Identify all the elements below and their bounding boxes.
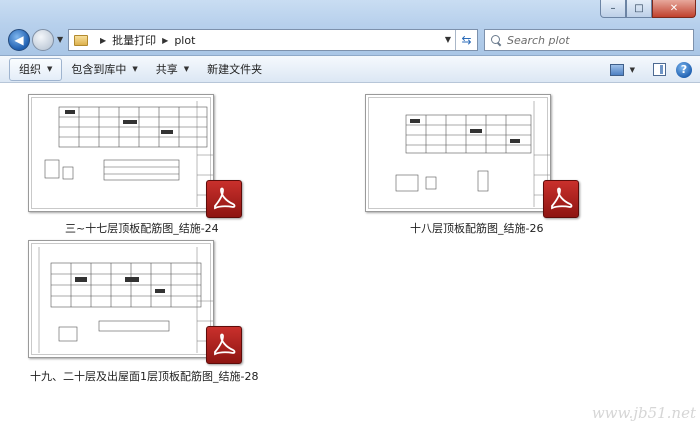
help-icon[interactable]: ? xyxy=(676,61,692,78)
address-dropdown-icon[interactable]: ▼ xyxy=(445,35,451,44)
new-folder-label: 新建文件夹 xyxy=(207,63,263,76)
refresh-icon: ⇆ xyxy=(461,33,472,47)
include-library-label: 包含到库中 xyxy=(71,63,127,76)
pdf-icon xyxy=(206,180,242,218)
recent-pages-dropdown[interactable]: ▼ xyxy=(57,35,63,44)
include-in-library-button[interactable]: 包含到库中 ▼ xyxy=(62,58,146,81)
file-thumbnail[interactable] xyxy=(365,94,551,212)
watermark: www.jb51.net xyxy=(591,404,696,422)
chevron-down-icon: ▼ xyxy=(132,65,138,73)
maximize-button[interactable]: □ xyxy=(626,0,652,18)
address-bar[interactable]: ▶ 批量打印 ▶ plot ▼ ⇆ xyxy=(68,29,478,51)
file-item[interactable]: 十八层顶板配筋图_结施-26 xyxy=(365,94,601,236)
organize-button[interactable]: 组织 ▼ xyxy=(9,57,63,81)
title-bar: – □ ✕ ◀ ▼ ▶ 批量打印 ▶ plot ▼ ⇆ Search plot xyxy=(0,0,700,56)
chevron-right-icon[interactable]: ▶ xyxy=(100,36,106,45)
chevron-right-icon[interactable]: ▶ xyxy=(162,36,168,45)
file-name[interactable]: 十九、二十层及出屋面1层顶板配筋图_结施-28 xyxy=(30,368,258,384)
drawing-preview xyxy=(38,247,213,353)
chevron-down-icon: ▼ xyxy=(183,65,190,73)
drawing-preview xyxy=(44,101,213,207)
back-button[interactable]: ◀ xyxy=(8,29,30,51)
file-item[interactable]: 三~十七层顶板配筋图_结施-24 xyxy=(28,94,264,236)
change-view-icon[interactable] xyxy=(609,63,624,76)
drawing-preview xyxy=(395,101,550,207)
pdf-icon xyxy=(206,326,242,364)
breadcrumb-item[interactable]: plot xyxy=(174,34,195,47)
new-folder-button[interactable]: 新建文件夹 xyxy=(198,58,271,81)
organize-label: 组织 xyxy=(19,63,41,76)
search-input[interactable]: Search plot xyxy=(507,34,570,47)
file-thumbnail[interactable] xyxy=(28,94,214,212)
forward-button[interactable] xyxy=(32,29,54,51)
file-name[interactable]: 十八层顶板配筋图_结施-26 xyxy=(410,220,543,236)
command-bar: 组织 ▼ 包含到库中 ▼ 共享 ▼ 新建文件夹 ▼ ? xyxy=(0,56,700,83)
pdf-icon xyxy=(543,180,579,218)
minimize-button[interactable]: – xyxy=(600,0,626,18)
chevron-down-icon: ▼ xyxy=(47,65,53,73)
view-options-dropdown[interactable]: ▼ xyxy=(630,66,635,74)
breadcrumb-item[interactable]: 批量打印 xyxy=(112,32,156,48)
window-controls: – □ ✕ xyxy=(600,0,696,18)
search-icon xyxy=(491,34,502,46)
file-name[interactable]: 三~十七层顶板配筋图_结施-24 xyxy=(65,220,219,236)
file-item[interactable]: 十九、二十层及出屋面1层顶板配筋图_结施-28 xyxy=(28,240,264,385)
close-button[interactable]: ✕ xyxy=(652,0,696,18)
folder-icon xyxy=(74,34,88,46)
share-label: 共享 xyxy=(155,63,178,76)
share-button[interactable]: 共享 ▼ xyxy=(147,58,198,81)
search-box[interactable]: Search plot xyxy=(484,29,694,51)
file-list-area[interactable]: 三~十七层顶板配筋图_结施-24 十八层顶板配筋图_结施-26 十九、二十层及出… xyxy=(0,84,700,426)
refresh-button[interactable]: ⇆ xyxy=(455,30,477,50)
file-thumbnail[interactable] xyxy=(28,240,214,358)
preview-pane-icon[interactable] xyxy=(653,63,666,76)
arrow-left-icon: ◀ xyxy=(14,33,24,47)
